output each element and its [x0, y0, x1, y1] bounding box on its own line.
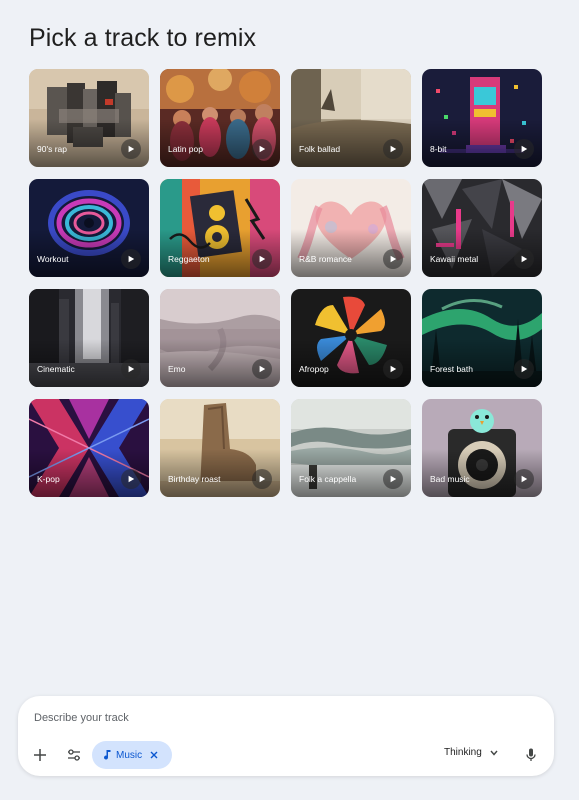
music-note-icon — [102, 749, 111, 761]
track-card-latin-pop[interactable]: Latin pop — [160, 69, 280, 167]
play-icon[interactable] — [252, 249, 272, 269]
track-label: Workout — [37, 254, 69, 264]
play-icon[interactable] — [252, 359, 272, 379]
track-label: R&B romance — [299, 254, 352, 264]
track-card-reggaeton[interactable]: Reggaeton — [160, 179, 280, 277]
play-icon[interactable] — [121, 359, 141, 379]
track-grid: 90's rap Latin pop Folk ballad 8-bit Wor… — [29, 69, 542, 497]
track-card-emo[interactable]: Emo — [160, 289, 280, 387]
chevron-down-icon — [490, 750, 498, 756]
describe-track-input[interactable] — [34, 712, 434, 724]
track-label: Forest bath — [430, 364, 473, 374]
play-icon[interactable] — [383, 469, 403, 489]
mic-icon[interactable] — [519, 743, 543, 767]
play-icon[interactable] — [121, 249, 141, 269]
track-label: Kawaii metal — [430, 254, 479, 264]
close-icon[interactable] — [150, 751, 158, 759]
track-card-folk-a-cappella[interactable]: Folk a cappella — [291, 399, 411, 497]
play-icon[interactable] — [121, 139, 141, 159]
page-title: Pick a track to remix — [29, 24, 257, 52]
track-card-birthday-roast[interactable]: Birthday roast — [160, 399, 280, 497]
track-card-workout[interactable]: Workout — [29, 179, 149, 277]
track-card-bad-music[interactable]: Bad music — [422, 399, 542, 497]
tune-icon[interactable] — [62, 743, 86, 767]
track-card-afropop[interactable]: Afropop — [291, 289, 411, 387]
track-card-cinematic[interactable]: Cinematic — [29, 289, 149, 387]
mode-selector[interactable]: Thinking — [444, 747, 498, 758]
track-card-8-bit[interactable]: 8-bit — [422, 69, 542, 167]
play-icon[interactable] — [252, 139, 272, 159]
track-label: Birthday roast — [168, 474, 221, 484]
track-card-rnb-romance[interactable]: R&B romance — [291, 179, 411, 277]
plus-icon[interactable] — [28, 743, 52, 767]
track-label: Reggaeton — [168, 254, 210, 264]
track-card-folk-ballad[interactable]: Folk ballad — [291, 69, 411, 167]
track-label: Cinematic — [37, 364, 75, 374]
play-icon[interactable] — [383, 139, 403, 159]
play-icon[interactable] — [514, 139, 534, 159]
play-icon[interactable] — [383, 249, 403, 269]
play-icon[interactable] — [252, 469, 272, 489]
play-icon[interactable] — [514, 469, 534, 489]
track-label: Bad music — [430, 474, 470, 484]
track-card-kawaii-metal[interactable]: Kawaii metal — [422, 179, 542, 277]
track-label: Folk a cappella — [299, 474, 357, 484]
track-label: K-pop — [37, 474, 60, 484]
play-icon[interactable] — [121, 469, 141, 489]
track-card-90s-rap[interactable]: 90's rap — [29, 69, 149, 167]
track-card-forest-bath[interactable]: Forest bath — [422, 289, 542, 387]
music-chip-label: Music — [116, 749, 143, 761]
play-icon[interactable] — [383, 359, 403, 379]
track-card-k-pop[interactable]: K-pop — [29, 399, 149, 497]
play-icon[interactable] — [514, 359, 534, 379]
track-label: Latin pop — [168, 144, 203, 154]
track-label: Afropop — [299, 364, 329, 374]
mode-label: Thinking — [444, 747, 482, 758]
music-tool-chip[interactable]: Music — [92, 741, 172, 769]
track-label: 8-bit — [430, 144, 447, 154]
prompt-composer: Music Thinking — [18, 696, 554, 776]
track-label: Folk ballad — [299, 144, 341, 154]
play-icon[interactable] — [514, 249, 534, 269]
track-label: 90's rap — [37, 144, 67, 154]
track-label: Emo — [168, 364, 186, 374]
